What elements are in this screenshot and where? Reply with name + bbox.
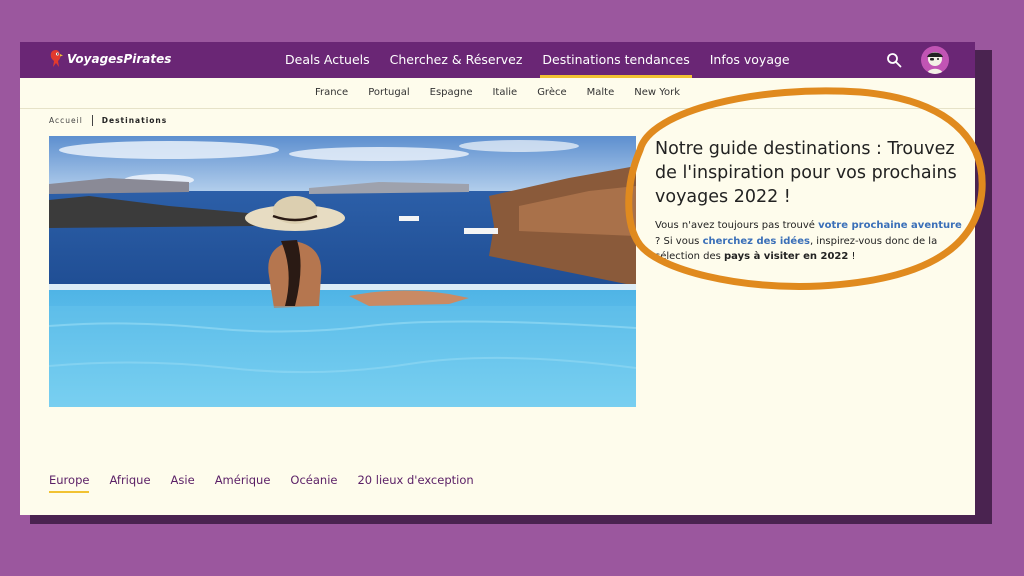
pirate-avatar-icon [927,52,943,74]
intro-text-1: Vous n'avez toujours pas trouvé [655,220,819,231]
subnav-item-new-york[interactable]: New York [624,78,690,108]
continent-tabs: Europe Afrique Asie Amérique Océanie 20 … [49,473,494,493]
subnav-item-italy[interactable]: Italie [482,78,527,108]
hero-image-santorini-pool [49,136,636,407]
subnav-item-spain[interactable]: Espagne [420,78,483,108]
site-logo-text: VoyagesPirates [67,52,172,66]
search-icon[interactable] [886,52,902,68]
hero-image [49,136,636,407]
site-logo[interactable]: VoyagesPirates [48,49,171,69]
breadcrumb-current: Destinations [101,116,168,125]
main-nav: Deals Actuels Cherchez & Réservez Destin… [275,42,800,78]
subnav-item-malta[interactable]: Malte [577,78,625,108]
tab-europe[interactable]: Europe [49,473,90,493]
nav-item-search-book[interactable]: Cherchez & Réservez [380,42,533,78]
nav-item-trending-destinations[interactable]: Destinations tendances [532,42,699,78]
ideas-link[interactable]: cherchez des idées [703,236,810,247]
page-title: Notre guide destinations : Trouvez de l'… [655,139,957,207]
top-navigation-bar: VoyagesPirates Deals Actuels Cherchez & … [20,42,975,78]
tab-asia[interactable]: Asie [171,473,195,493]
next-adventure-link[interactable]: votre prochaine aventure [818,220,962,231]
breadcrumb-home[interactable]: Accueil [49,116,83,125]
subnav-item-portugal[interactable]: Portugal [358,78,419,108]
destination-subnav: France Portugal Espagne Italie Grèce Mal… [20,78,975,109]
countries-2022-highlight: pays à visiter en 2022 [724,251,849,262]
tab-exceptional-places[interactable]: 20 lieux d'exception [357,473,473,493]
tab-america[interactable]: Amérique [215,473,271,493]
breadcrumb: Accueil Destinations [49,115,167,126]
intro-text-4: ! [848,251,856,262]
user-avatar[interactable] [921,46,949,74]
tab-africa[interactable]: Afrique [109,473,150,493]
tab-oceania[interactable]: Océanie [290,473,337,493]
intro-paragraph: Vous n'avez toujours pas trouvé votre pr… [655,218,965,265]
nav-item-deals[interactable]: Deals Actuels [275,42,380,78]
intro-block: Notre guide destinations : Trouvez de l'… [655,137,965,265]
parrot-logo-icon [50,50,63,67]
browser-page: VoyagesPirates Deals Actuels Cherchez & … [20,42,975,515]
subnav-item-france[interactable]: France [305,78,358,108]
breadcrumb-separator [91,115,93,126]
subnav-item-greece[interactable]: Grèce [527,78,576,108]
intro-text-2: ? Si vous [655,235,703,247]
nav-item-travel-info[interactable]: Infos voyage [700,42,800,78]
